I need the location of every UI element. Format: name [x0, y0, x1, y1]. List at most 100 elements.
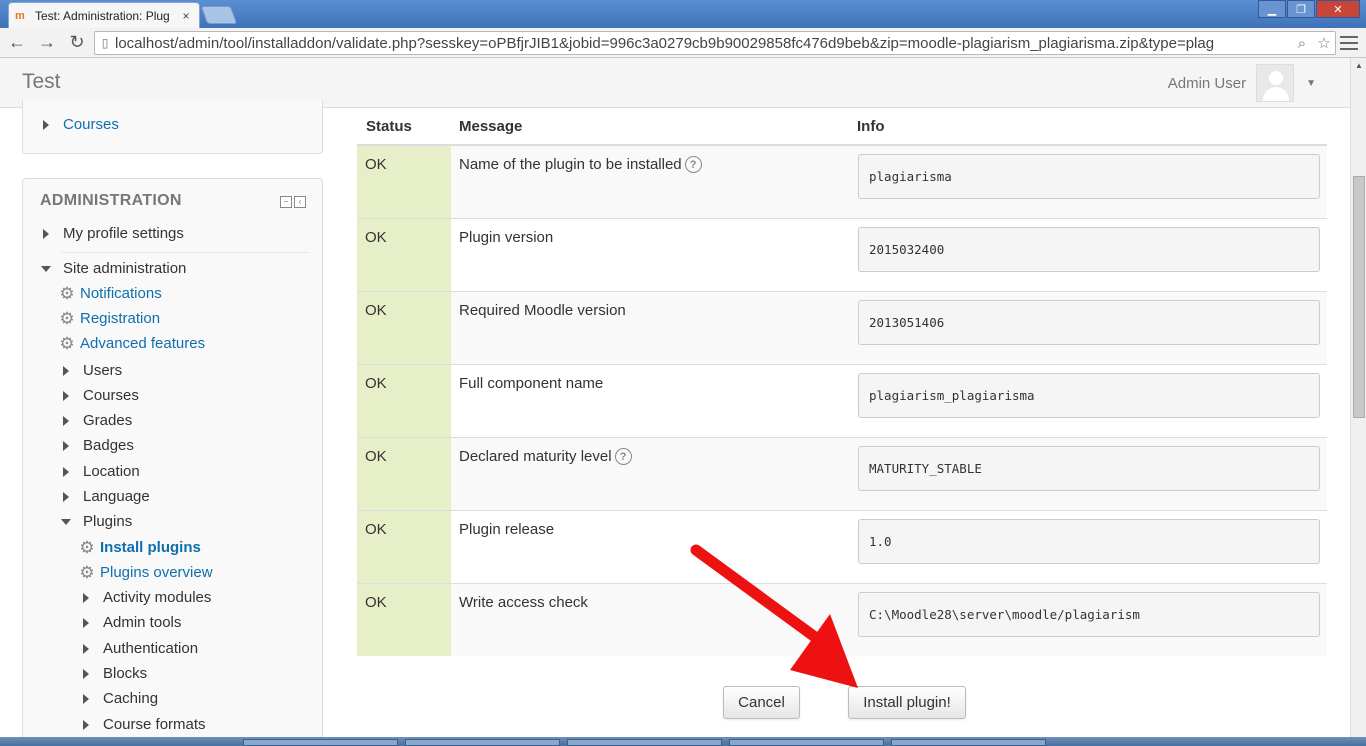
admin-item-blocks[interactable]: Blocks: [83, 665, 147, 682]
admin-item-label[interactable]: Blocks: [103, 665, 147, 682]
message-text: Write access check: [459, 594, 588, 611]
expand-icon: [63, 466, 69, 477]
user-name[interactable]: Admin User: [1168, 75, 1246, 92]
admin-item-label[interactable]: Admin tools: [103, 614, 181, 631]
info-value-box[interactable]: plagiarism_plagiarisma: [858, 373, 1320, 418]
info-value-box[interactable]: 2013051406: [858, 300, 1320, 345]
admin-item-caching[interactable]: Caching: [83, 690, 158, 707]
admin-item-label[interactable]: Authentication: [103, 640, 198, 657]
admin-item-label[interactable]: Plugins overview: [100, 564, 213, 581]
bookmark-star-icon[interactable]: ☆: [1313, 34, 1335, 52]
collapse-icon: [61, 518, 71, 525]
page-scrollbar[interactable]: ▲: [1350, 58, 1366, 746]
admin-item-label[interactable]: Course formats: [103, 716, 206, 733]
message-cell: Plugin release: [459, 521, 554, 538]
message-cell: Name of the plugin to be installed?: [459, 156, 702, 173]
table-row: OK Declared maturity level? MATURITY_STABL…: [357, 437, 1327, 510]
info-value-box[interactable]: 2015032400: [858, 227, 1320, 272]
admin-item-label[interactable]: Plugins: [83, 513, 132, 530]
gear-icon: ⚙: [79, 537, 95, 557]
admin-item-label[interactable]: My profile settings: [63, 225, 184, 242]
admin-item-label[interactable]: Location: [83, 463, 140, 480]
expand-icon: [83, 617, 89, 628]
status-cell: OK: [357, 292, 451, 364]
admin-item-label[interactable]: Advanced features: [80, 335, 205, 352]
arrow-shaft: [690, 544, 836, 654]
admin-item-label[interactable]: Courses: [83, 387, 139, 404]
taskbar-item[interactable]: [567, 739, 722, 746]
admin-item-notifications[interactable]: ⚙ Notifications: [59, 285, 162, 303]
nav-item-label[interactable]: Courses: [63, 116, 119, 133]
table-header: Status Message Info: [357, 108, 1327, 145]
admin-item-site-administration[interactable]: Site administration: [41, 260, 186, 277]
message-text: Required Moodle version: [459, 302, 626, 319]
back-icon[interactable]: ←: [4, 30, 30, 56]
dock-block-icon[interactable]: ‹: [294, 196, 306, 208]
user-menu-caret-icon[interactable]: ▼: [1306, 78, 1316, 89]
administration-block: ADMINISTRATION − ‹ My profile settings S…: [22, 178, 323, 746]
browser-menu-icon[interactable]: [1338, 33, 1360, 53]
admin-item-label[interactable]: Activity modules: [103, 589, 211, 606]
help-icon[interactable]: ?: [614, 448, 632, 465]
admin-item-registration[interactable]: ⚙ Registration: [59, 310, 160, 328]
avatar[interactable]: [1256, 64, 1295, 102]
info-value-box[interactable]: MATURITY_STABLE: [858, 446, 1320, 491]
admin-item-profile[interactable]: My profile settings: [43, 225, 184, 242]
taskbar-item[interactable]: [243, 739, 398, 746]
window-close-icon[interactable]: ✕: [1316, 0, 1360, 18]
user-menu[interactable]: Admin User ▼: [1168, 64, 1316, 102]
scrollbar-thumb[interactable]: [1353, 176, 1365, 418]
info-value-box[interactable]: C:\Moodle28\server\moodle/plagiarism: [858, 592, 1320, 637]
info-value-box[interactable]: 1.0: [858, 519, 1320, 564]
reload-icon[interactable]: ↻: [64, 30, 90, 56]
admin-item-label[interactable]: Site administration: [63, 260, 186, 277]
address-bar[interactable]: ▯ localhost/admin/tool/installaddon/vali…: [94, 31, 1336, 55]
admin-item-label[interactable]: Users: [83, 362, 122, 379]
minimize-icon[interactable]: ▁: [1258, 0, 1286, 18]
scroll-up-icon[interactable]: ▲: [1351, 58, 1366, 74]
zoom-icon[interactable]: ⌕: [1291, 35, 1313, 52]
admin-item-label-active[interactable]: Install plugins: [100, 539, 201, 556]
taskbar-item[interactable]: [729, 739, 884, 746]
admin-item-language[interactable]: Language: [63, 488, 150, 505]
admin-item-badges[interactable]: Badges: [63, 437, 134, 454]
admin-item-authentication[interactable]: Authentication: [83, 640, 198, 657]
browser-tab[interactable]: m Test: Administration: Plug ×: [8, 2, 200, 28]
expand-icon: [83, 592, 89, 603]
admin-item-location[interactable]: Location: [63, 463, 140, 480]
admin-item-plugins[interactable]: Plugins: [61, 513, 132, 530]
status-cell: OK: [357, 584, 451, 656]
admin-item-courses[interactable]: Courses: [63, 387, 139, 404]
admin-item-admin-tools[interactable]: Admin tools: [83, 614, 181, 631]
admin-item-advanced-features[interactable]: ⚙ Advanced features: [59, 335, 205, 353]
admin-item-activity-modules[interactable]: Activity modules: [83, 589, 211, 606]
message-cell: Required Moodle version: [459, 302, 626, 319]
admin-item-course-formats[interactable]: Course formats: [83, 716, 206, 733]
site-name[interactable]: Test: [22, 70, 61, 94]
taskbar-item[interactable]: [405, 739, 560, 746]
admin-item-label[interactable]: Grades: [83, 412, 132, 429]
admin-item-plugins-overview[interactable]: ⚙ Plugins overview: [79, 564, 213, 582]
admin-item-label[interactable]: Registration: [80, 310, 160, 327]
status-cell: OK: [357, 511, 451, 583]
taskbar-item[interactable]: [891, 739, 1046, 746]
restore-icon[interactable]: ❐: [1287, 0, 1315, 18]
nav-item-courses[interactable]: Courses: [43, 116, 119, 133]
admin-item-label[interactable]: Language: [83, 488, 150, 505]
admin-item-install-plugins[interactable]: ⚙ Install plugins: [79, 537, 201, 557]
admin-item-users[interactable]: Users: [63, 362, 122, 379]
admin-item-label[interactable]: Badges: [83, 437, 134, 454]
info-value-box[interactable]: plagiarisma: [858, 154, 1320, 199]
url-text[interactable]: localhost/admin/tool/installaddon/valida…: [115, 35, 1291, 52]
admin-item-label[interactable]: Notifications: [80, 285, 162, 302]
admin-item-grades[interactable]: Grades: [63, 412, 132, 429]
new-tab-button[interactable]: [200, 6, 238, 24]
expand-icon: [63, 491, 69, 502]
os-taskbar: [0, 737, 1366, 746]
admin-item-label[interactable]: Caching: [103, 690, 158, 707]
tab-close-icon[interactable]: ×: [179, 9, 193, 23]
help-icon[interactable]: ?: [684, 156, 702, 173]
collapse-block-icon[interactable]: −: [280, 196, 292, 208]
forward-icon[interactable]: →: [34, 30, 60, 56]
message-cell: Plugin version: [459, 229, 553, 246]
